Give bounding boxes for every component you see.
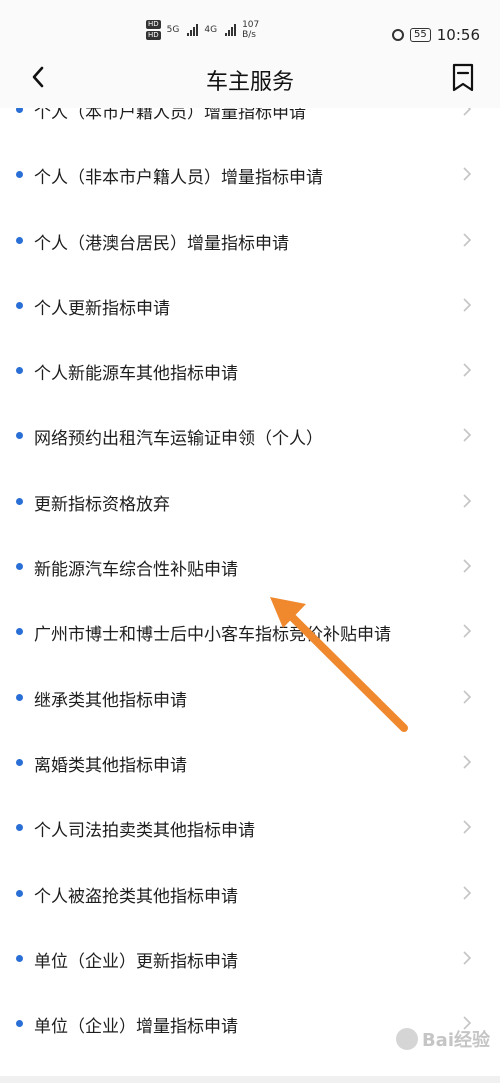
bullet-icon [16,108,23,113]
bullet-icon [16,171,23,179]
chevron-right-icon [463,820,472,834]
list-item-label: 个人更新指标申请 [34,298,170,319]
network-indicators: HD HD 5G 4G 107 B/s [146,20,259,40]
signal-bars-icon [187,24,199,36]
alarm-icon [392,29,405,41]
bullet-icon [16,758,23,766]
bullet-icon [16,954,23,962]
list-item[interactable]: 个人（港澳台居民）增量指标申请 [0,209,500,274]
list-item-label: 继承类其他指标申请 [34,690,187,711]
nav-bar: 车主服务 [0,52,500,108]
chevron-right-icon [463,363,472,377]
list-item[interactable]: 个人新能源车其他指标申请 [0,339,500,404]
status-bar: HD HD 5G 4G 107 B/s 55 10:56 [0,0,500,52]
list-item-label: 离婚类其他指标申请 [34,755,187,776]
bookmark-icon [452,63,474,92]
list-item-label: 个人（港澳台居民）增量指标申请 [34,233,289,254]
list-item[interactable]: 个人被盗抢类其他指标申请 [0,862,500,927]
list-item[interactable]: 网络预约出租汽车运输证申领（个人） [0,404,500,469]
list-item-label: 个人司法拍卖类其他指标申请 [34,821,255,842]
bullet-icon [16,693,23,701]
chevron-right-icon [463,624,472,638]
bullet-icon [16,367,23,375]
list-item[interactable]: 离婚类其他指标申请 [0,731,500,796]
network-4g-label: 4G [204,25,218,35]
list-item[interactable]: 继承类其他指标申请 [0,666,500,731]
hd-badges: HD HD [146,20,161,40]
list-item[interactable]: 个人（本市户籍人员）增量指标申请 [0,108,500,143]
chevron-right-icon [463,428,472,443]
bullet-icon [16,432,23,440]
chevron-right-icon [463,951,472,965]
list-item[interactable]: 更新指标资格放弃 [0,470,500,535]
list-item-label: 个人被盗抢类其他指标申请 [34,886,238,907]
list-item[interactable]: 个人司法拍卖类其他指标申请 [0,796,500,861]
bookmark-button[interactable] [448,62,478,94]
signal-bars-icon [225,24,237,36]
list-item[interactable]: 单位（企业）更新指标申请 [0,927,500,992]
bullet-icon [16,236,23,244]
chevron-right-icon [463,108,472,116]
bullet-icon [16,1020,23,1028]
list-item-label: 个人（非本市户籍人员）增量指标申请 [34,168,323,189]
bottom-strip [0,1076,500,1083]
chevron-right-icon [463,559,472,573]
list-item-label: 更新指标资格放弃 [34,494,170,515]
bullet-icon [16,563,23,571]
list-item-label: 新能源汽车综合性补贴申请 [34,560,238,581]
list-item[interactable]: 广州市博士和博士后中小客车指标竞价补贴申请 [0,600,500,665]
list-item-label: 网络预约出租汽车运输证申领（个人） [34,429,323,450]
network-5g-label: 5G [166,25,180,35]
bullet-icon [16,497,23,505]
hd-badge: HD [146,20,161,29]
bullet-icon [16,824,23,832]
chevron-right-icon [463,690,472,704]
list-item-label: 广州市博士和博士后中小客车指标竞价补贴申请 [34,625,391,646]
watermark-text: Bai经验 [421,1030,490,1051]
chevron-right-icon [463,755,472,769]
chevron-right-icon [463,494,472,508]
network-speed: 107 B/s [242,20,259,40]
list-item[interactable]: 个人更新指标申请 [0,274,500,339]
hd-badge: HD [146,31,161,40]
speed-unit: B/s [242,30,256,40]
list-item-label: 个人新能源车其他指标申请 [34,364,238,385]
chevron-right-icon [463,233,472,247]
list-item-label: 个人（本市户籍人员）增量指标申请 [34,108,306,123]
bullet-icon [16,628,23,636]
bullet-icon [16,889,23,897]
speed-value: 107 [242,20,260,30]
list-item[interactable]: 新能源汽车综合性补贴申请 [0,535,500,600]
list-item-label: 单位（企业）更新指标申请 [34,951,238,972]
clock: 10:56 [436,26,480,44]
status-right: 55 10:56 [392,26,480,44]
service-list-inner: 个人（本市户籍人员）增量指标申请 个人（非本市户籍人员）增量指标申请 个人（港澳… [0,108,500,1057]
list-item-label: 单位（企业）增量指标申请 [34,1017,238,1038]
paw-logo-icon [395,1028,418,1050]
chevron-right-icon [463,885,472,900]
chevron-right-icon [463,298,472,312]
watermark: Bai经验 [395,1026,490,1052]
list-item[interactable]: 个人（非本市户籍人员）增量指标申请 [0,143,500,208]
bullet-icon [16,301,23,309]
battery-indicator: 55 [410,28,431,42]
service-list: 个人（本市户籍人员）增量指标申请 个人（非本市户籍人员）增量指标申请 个人（港澳… [0,108,500,1076]
page-title: 车主服务 [205,70,294,95]
chevron-right-icon [463,167,472,181]
